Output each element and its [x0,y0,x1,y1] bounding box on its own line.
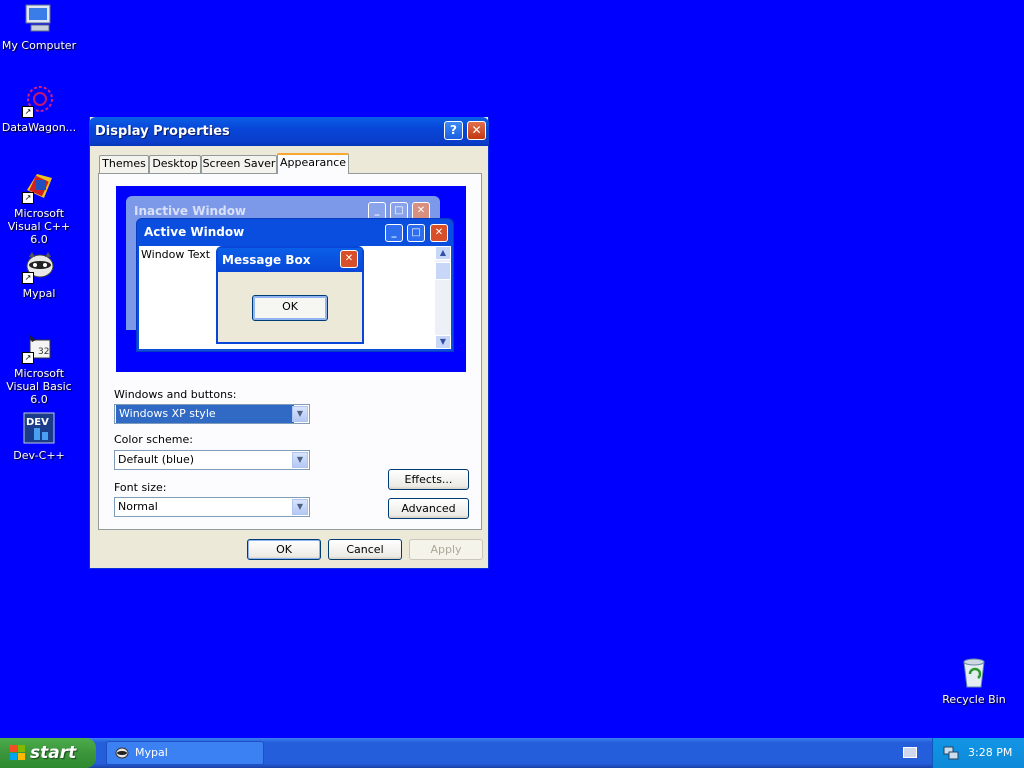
cancel-button[interactable]: Cancel [328,539,402,560]
keyboard-icon[interactable] [903,747,917,758]
windows-and-buttons-value: Windows XP style [116,405,294,423]
title-bar[interactable]: Display Properties ? ✕ [89,117,489,146]
taskbar-item-mypal[interactable]: Mypal [106,741,264,765]
close-icon: ✕ [430,224,448,242]
maximize-icon: □ [407,224,425,242]
scroll-down-icon: ▼ [435,335,451,349]
chevron-down-icon[interactable]: ▼ [292,499,308,515]
dev-cpp-icon: DEV [22,412,56,446]
minimize-icon: _ [385,224,403,242]
tab-themes[interactable]: Themes [99,155,149,173]
advanced-button[interactable]: Advanced [388,498,469,519]
desktop-icon-my-computer[interactable]: My Computer [0,2,78,52]
clock[interactable]: 3:28 PM [968,746,1012,759]
tab-appearance[interactable]: Appearance [277,153,349,174]
font-size-value: Normal [118,500,158,513]
taskbar-item-label: Mypal [135,746,168,759]
help-button[interactable]: ? [444,121,463,140]
shortcut-arrow-icon: ↗ [22,352,34,364]
svg-text:32: 32 [38,347,49,357]
desktop-icon-mypal[interactable]: ↗ Mypal [0,250,78,300]
system-tray: 3:28 PM [932,738,1024,768]
datawagon-icon: ↗ [22,84,56,118]
chevron-down-icon[interactable]: ▼ [292,406,308,422]
tab-screen-saver[interactable]: Screen Saver [201,155,277,173]
desktop-icon-label: Microsoft Visual Basic 6.0 [6,367,72,406]
apply-button[interactable]: Apply [409,539,483,560]
color-scheme-select[interactable]: Default (blue) ▼ [114,450,310,470]
desktop-icon-recycle-bin[interactable]: Recycle Bin [935,656,1013,706]
window-title: Display Properties [95,124,230,139]
windows-and-buttons-select[interactable]: Windows XP style ▼ [114,404,310,424]
desktop-icon-label: Microsoft Visual C++ 6.0 [7,207,71,246]
start-label: start [30,743,77,763]
taskbar: start Mypal 3:28 PM [0,738,1024,768]
mypal-icon [115,746,129,760]
windows-and-buttons-label: Windows and buttons: [114,388,237,401]
preview-scrollbar: ▲ ▼ [435,246,451,349]
color-scheme-label: Color scheme: [114,433,193,446]
desktop-icon-datawagon[interactable]: ↗ DataWagon... [0,84,78,134]
preview-inactive-title: Inactive Window [134,204,247,218]
visual-cpp-icon: ↗ [22,170,56,204]
close-icon: ✕ [471,123,482,137]
desktop-icon-label: Mypal [22,287,56,300]
network-icon[interactable] [943,745,959,761]
mypal-icon: ↗ [22,250,56,284]
appearance-preview: Inactive Window _ □ ✕ Active Window _ □ … [116,186,466,372]
display-properties-window: Display Properties ? ✕ Themes Desktop Sc… [89,117,489,569]
desktop-icon-label: DataWagon... [1,121,77,134]
desktop-icon-visual-basic[interactable]: 32 ↗ Microsoft Visual Basic 6.0 [0,330,78,406]
desktop-icon-label: Dev-C++ [13,449,65,462]
preview-window-text: Window Text [141,248,211,261]
recycle-bin-icon [957,656,991,690]
start-button[interactable]: start [0,738,96,768]
ok-button[interactable]: OK [247,539,321,560]
preview-active-title: Active Window [144,225,245,239]
font-size-select[interactable]: Normal ▼ [114,497,310,517]
message-box-ok-button: OK [252,295,328,321]
chevron-down-icon[interactable]: ▼ [292,452,308,468]
tab-desktop[interactable]: Desktop [149,155,201,173]
desktop-icon-dev-cpp[interactable]: DEV Dev-C++ [0,412,78,462]
svg-text:DEV: DEV [26,417,49,428]
shortcut-arrow-icon: ↗ [22,106,34,118]
color-scheme-value: Default (blue) [118,453,195,466]
appearance-panel: Inactive Window _ □ ✕ Active Window _ □ … [98,173,482,530]
desktop-icon-label: My Computer [1,39,77,52]
desktop-icon-visual-cpp[interactable]: ↗ Microsoft Visual C++ 6.0 [0,170,78,246]
close-button[interactable]: ✕ [467,121,486,140]
shortcut-arrow-icon: ↗ [22,272,34,284]
font-size-label: Font size: [114,481,167,494]
my-computer-icon [22,2,56,36]
desktop-icon-label: Recycle Bin [942,693,1006,706]
scroll-up-icon: ▲ [435,246,451,260]
shortcut-arrow-icon: ↗ [22,192,34,204]
visual-basic-icon: 32 ↗ [22,330,56,364]
effects-button[interactable]: Effects... [388,469,469,490]
preview-message-box: Message Box ✕ OK [216,246,364,344]
scroll-thumb [435,262,451,280]
windows-logo-icon [10,745,26,761]
close-icon: ✕ [340,250,358,268]
